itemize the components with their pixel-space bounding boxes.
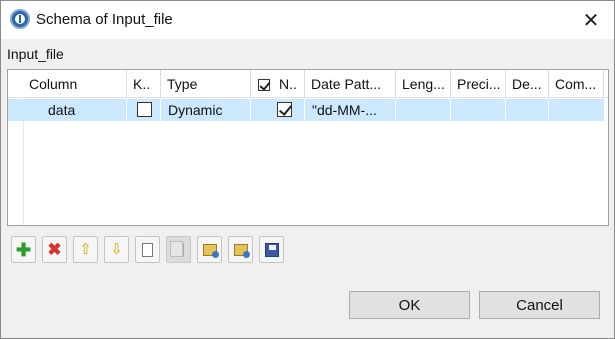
save-icon (264, 242, 279, 257)
key-checkbox[interactable] (137, 102, 152, 117)
schema-table[interactable]: Column K.. Type N.. Date Patt... Leng...… (7, 69, 609, 226)
window-title: Schema of Input_file (36, 11, 173, 28)
talend-app-icon (10, 9, 30, 29)
schema-group-label: Input_file (7, 46, 64, 62)
table-header: Column K.. Type N.. Date Patt... Leng...… (8, 70, 608, 98)
cancel-button[interactable]: Cancel (479, 291, 600, 319)
cell-comment[interactable] (549, 99, 604, 121)
paste-icon (170, 240, 184, 257)
header-comment[interactable]: Com... (549, 70, 604, 98)
ok-button[interactable]: OK (349, 291, 470, 319)
cell-precision[interactable] (451, 99, 506, 121)
close-button[interactable]: ✕ (571, 5, 611, 35)
nullable-checkbox[interactable] (277, 102, 292, 117)
cell-date-pattern[interactable]: "dd-MM-... (305, 99, 396, 121)
move-up-icon: ⇧ (79, 241, 92, 258)
export-button[interactable] (228, 236, 253, 263)
import-icon (202, 243, 219, 258)
add-button[interactable]: ✚ (11, 236, 36, 263)
table-row[interactable]: data Dynamic "dd-MM-... (8, 99, 604, 121)
cell-type[interactable]: Dynamic (161, 99, 251, 121)
header-key[interactable]: K.. (127, 70, 161, 98)
import-button[interactable] (197, 236, 222, 263)
remove-icon: ✖ (47, 240, 62, 259)
cell-key[interactable] (127, 99, 161, 121)
header-type[interactable]: Type (161, 70, 251, 98)
title-bar: Schema of Input_file ✕ (1, 1, 614, 39)
paste-button[interactable] (166, 236, 191, 263)
header-date-pattern[interactable]: Date Patt... (305, 70, 396, 98)
header-nullable-checkbox-icon (258, 79, 270, 91)
cell-column[interactable]: data (25, 99, 127, 121)
cell-default[interactable] (506, 99, 549, 121)
header-precision[interactable]: Preci... (451, 70, 506, 98)
move-up-button[interactable]: ⇧ (73, 236, 98, 263)
cell-length[interactable] (396, 99, 451, 121)
export-icon (233, 243, 250, 258)
move-down-icon: ⇩ (110, 241, 123, 258)
header-default[interactable]: De... (506, 70, 549, 98)
save-schema-button[interactable] (259, 236, 284, 263)
add-icon: ✚ (15, 239, 32, 260)
copy-icon (139, 240, 153, 257)
cell-nullable[interactable] (251, 99, 305, 121)
remove-button[interactable]: ✖ (42, 236, 67, 263)
header-length[interactable]: Leng... (396, 70, 451, 98)
close-icon: ✕ (582, 9, 600, 32)
header-column[interactable]: Column (25, 70, 127, 98)
move-down-button[interactable]: ⇩ (104, 236, 129, 263)
schema-dialog: Schema of Input_file ✕ Input_file Column… (0, 0, 615, 339)
copy-button[interactable] (135, 236, 160, 263)
